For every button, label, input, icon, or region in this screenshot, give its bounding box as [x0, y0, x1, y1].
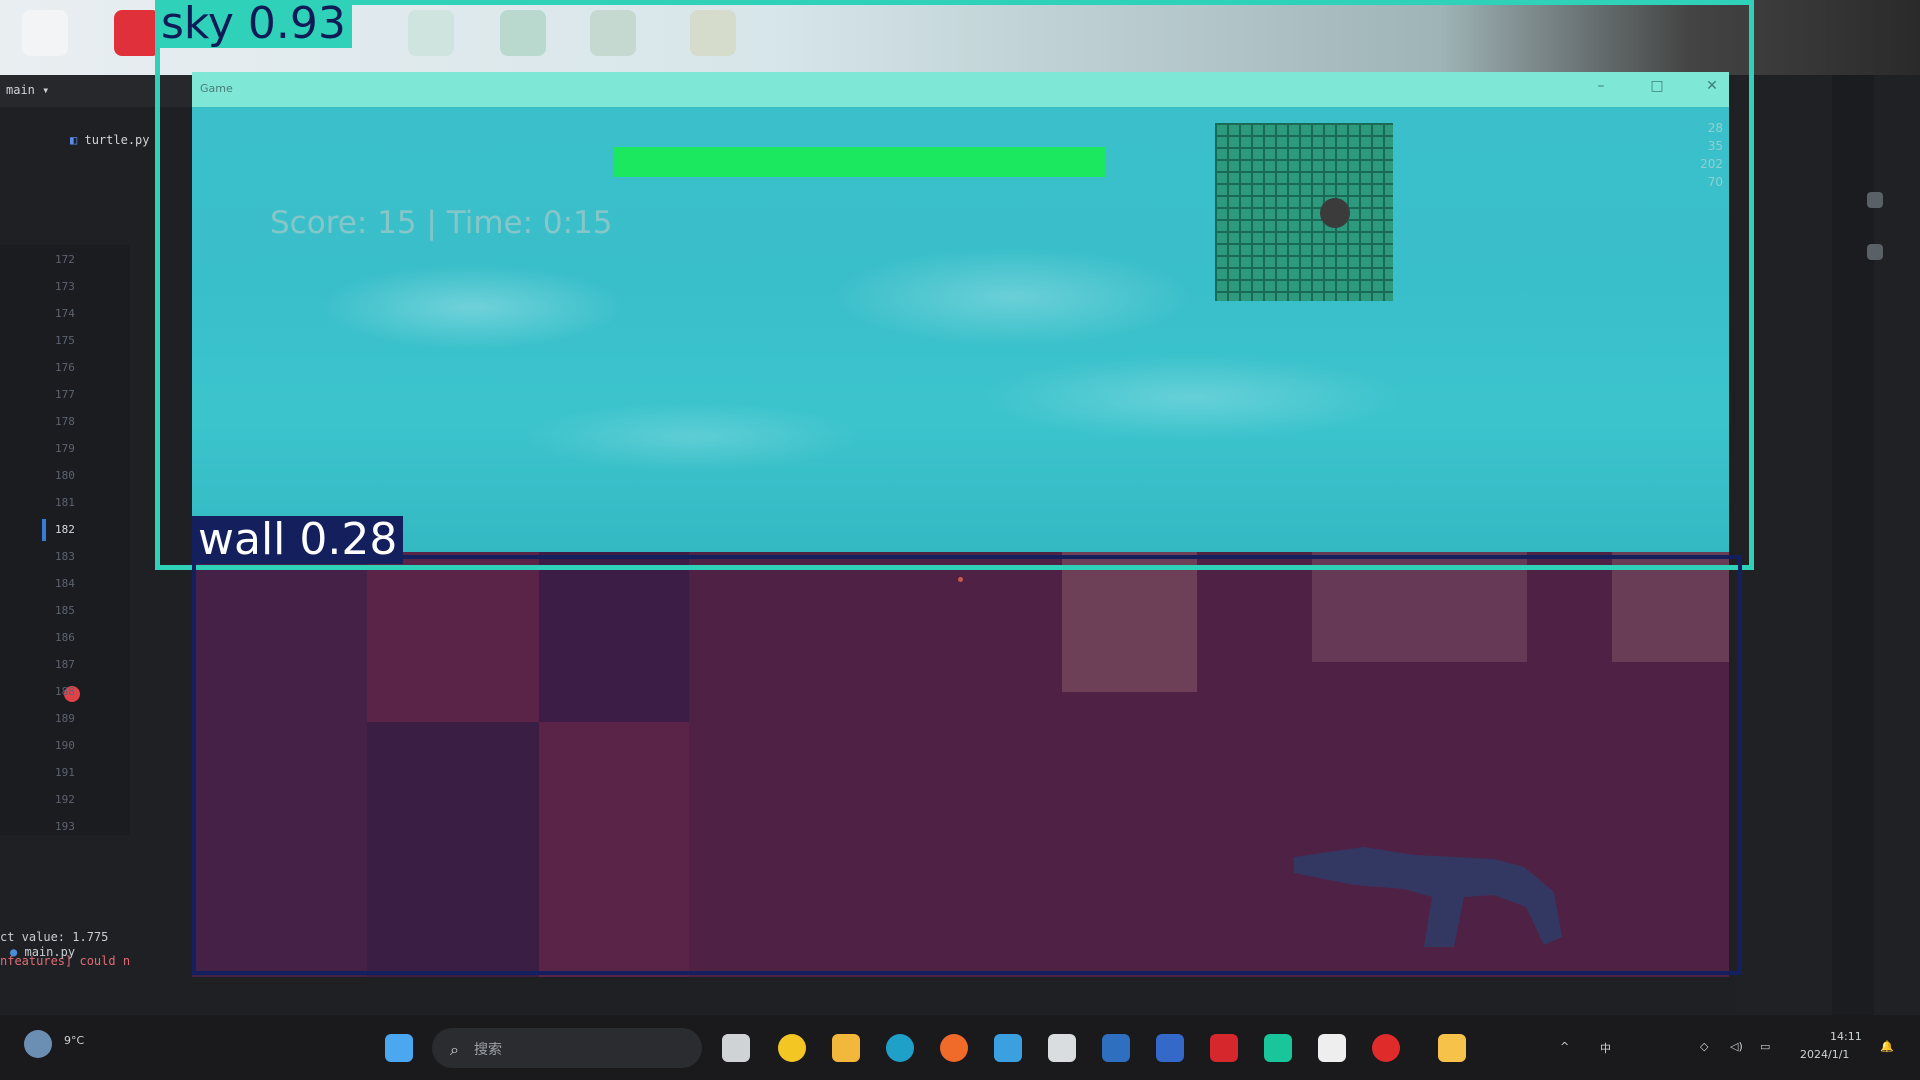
wps-icon[interactable] [1210, 1034, 1238, 1062]
line-number: 190 [55, 739, 75, 752]
ai-assistant-icon[interactable] [1867, 244, 1883, 260]
line-number: 184 [55, 577, 75, 590]
python-icon: ● [10, 945, 18, 959]
volume-icon[interactable]: ◁) [1730, 1040, 1743, 1053]
wall-detection-box [192, 555, 1742, 975]
wall-detection-label: wall 0.28 [192, 516, 404, 564]
folder-icon[interactable] [832, 1034, 860, 1062]
line-number: 179 [55, 442, 75, 455]
console-line: ct value: 1.775 [0, 930, 109, 944]
start-icon[interactable] [385, 1034, 413, 1062]
line-number: 176 [55, 361, 75, 374]
sky-detection-label: sky 0.93 [155, 0, 352, 48]
line-number: 182 [55, 523, 75, 536]
tray-expand-icon[interactable]: ^ [1560, 1040, 1569, 1053]
python-file-icon: ◧ [70, 133, 78, 147]
terminal-icon[interactable] [1156, 1034, 1184, 1062]
clock-date[interactable]: 2024/1/1 [1800, 1048, 1849, 1061]
file-tab-label: turtle.py [84, 133, 150, 147]
run-tab-label: main.py [24, 945, 76, 959]
line-number: 189 [55, 712, 75, 725]
notifications-icon[interactable] [1867, 192, 1883, 208]
line-number: 191 [55, 766, 75, 779]
ide-icon[interactable] [1264, 1034, 1292, 1062]
weather-text: 9°C [64, 1034, 85, 1047]
task-view-icon[interactable] [722, 1034, 750, 1062]
line-number: 187 [55, 658, 75, 671]
firefox-icon[interactable] [940, 1034, 968, 1062]
notification-bell-icon[interactable]: 🔔 [1880, 1040, 1894, 1053]
python-icon[interactable] [1438, 1034, 1466, 1062]
line-number: 175 [55, 334, 75, 347]
qq-icon[interactable] [1318, 1034, 1346, 1062]
app-icon[interactable] [1048, 1034, 1076, 1062]
input-language[interactable]: 中 [1600, 1040, 1611, 1056]
project-label: main [6, 83, 35, 97]
file-tab[interactable]: ◧ turtle.py [70, 133, 150, 147]
desktop-shortcut-icon[interactable] [22, 10, 68, 56]
line-number: 188 [55, 685, 75, 698]
line-number: 183 [55, 550, 75, 563]
app-icon[interactable] [1102, 1034, 1130, 1062]
line-number: 180 [55, 469, 75, 482]
search-icon: ⌕ [450, 1040, 459, 1059]
desktop-screen: main ▾ ◧ turtle.py 172 173 174 175 176 177 178… [0, 0, 1920, 1080]
line-number: 178 [55, 415, 75, 428]
weather-icon[interactable] [24, 1030, 52, 1058]
clock-time[interactable]: 14:11 [1830, 1030, 1862, 1043]
line-number: 181 [55, 496, 75, 509]
edge-icon[interactable] [886, 1034, 914, 1062]
line-number: 173 [55, 280, 75, 293]
run-tab[interactable]: ● main.py [10, 945, 75, 959]
app-icon[interactable] [778, 1034, 806, 1062]
network-icon[interactable]: ◇ [1700, 1040, 1708, 1053]
line-number: 186 [55, 631, 75, 644]
battery-icon[interactable]: ▭ [1760, 1040, 1770, 1053]
line-number: 193 [55, 820, 75, 833]
netease-music-icon[interactable] [1372, 1034, 1400, 1062]
sky-detection-box [155, 0, 1754, 570]
line-number: 174 [55, 307, 75, 320]
store-icon[interactable] [994, 1034, 1022, 1062]
current-line-marker [42, 519, 46, 541]
app-shortcut-icon[interactable] [114, 10, 160, 56]
line-number: 177 [55, 388, 75, 401]
line-number: 185 [55, 604, 75, 617]
ide-right-panel [1735, 75, 1920, 1015]
ide-tool-stripe [1832, 75, 1874, 1015]
line-number: 172 [55, 253, 75, 266]
line-number: 192 [55, 793, 75, 806]
search-input[interactable]: 搜索 [432, 1028, 702, 1068]
